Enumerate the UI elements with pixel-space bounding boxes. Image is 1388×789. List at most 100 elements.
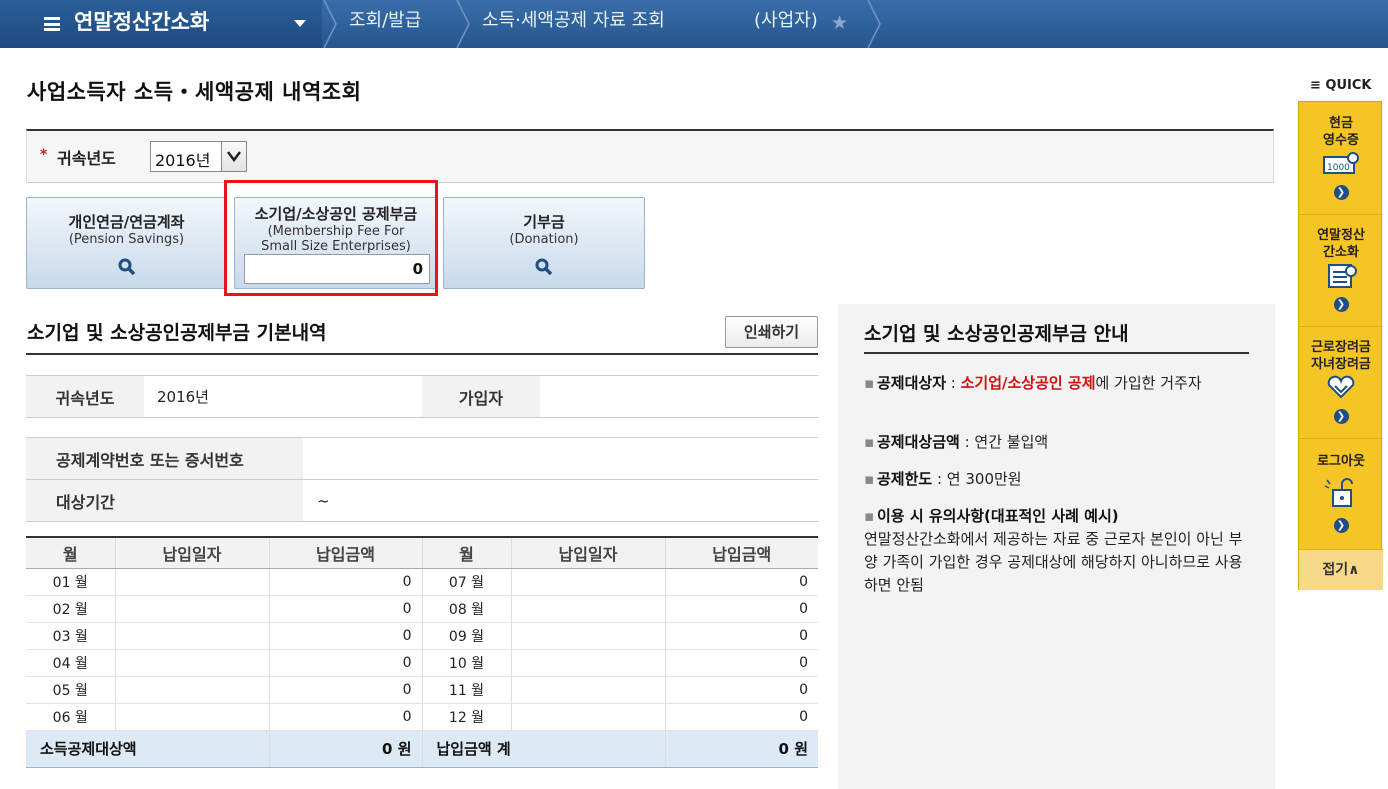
pay-amount-cell: 0 <box>665 568 818 596</box>
app-menu-toggle[interactable]: 연말정산간소화 <box>0 0 322 48</box>
quick-menu-header: ≡ QUICK <box>1310 78 1372 93</box>
pay-date-cell <box>115 595 270 623</box>
section-title: 소기업 및 소상공인공제부금 기본내역 <box>27 322 327 344</box>
pay-date-cell <box>511 595 666 623</box>
tile-pension-sub: (Pension Savings) <box>68 232 185 247</box>
guide-divider <box>864 352 1249 354</box>
section-divider <box>26 353 818 355</box>
col-pay-amount: 납입금액 <box>269 536 423 569</box>
top-navigation-bar: 연말정산간소화 조회/발급 소득·세액공제 자료 조회 (사업자) ★ <box>0 0 1388 48</box>
guide-item-sep: : <box>946 374 961 392</box>
quick-simplified-settlement[interactable]: 연말정산 간소화 ❯ <box>1299 215 1383 327</box>
col-month: 월 <box>422 536 512 569</box>
guide-item-target: ▪ 공제대상자 : 소기업/소상공인 공제에 가입한 거주자 <box>864 374 1202 392</box>
month-cell: 04 월 <box>26 649 116 677</box>
search-icon[interactable] <box>118 258 136 276</box>
pay-amount-cell: 0 <box>269 676 423 704</box>
quick-item-label: 연말정산 <box>1317 228 1365 243</box>
year-header: 귀속년도 <box>26 375 144 418</box>
pay-date-cell <box>115 676 270 704</box>
quick-incentive[interactable]: 근로장려금 자녀장려금 ❯ <box>1299 327 1383 439</box>
guide-item-text: 에 가입한 거주자 <box>1095 374 1202 392</box>
breadcrumb-business[interactable]: (사업자) <box>754 9 818 33</box>
deduction-total-label: 소득공제대상액 <box>26 729 270 768</box>
breadcrumb-lookup-issue[interactable]: 조회/발급 <box>349 9 421 33</box>
svg-text:1000: 1000 <box>1327 163 1350 173</box>
arrow-right-icon[interactable]: ❯ <box>1333 185 1349 200</box>
pay-date-cell <box>115 568 270 596</box>
month-cell: 02 월 <box>26 595 116 623</box>
chevron-down-icon <box>227 151 241 163</box>
guide-item-text: 연말정산간소화에서 제공하는 자료 중 근로자 본인이 아닌 부양 가족이 가입… <box>864 530 1243 594</box>
month-cell: 09 월 <box>422 622 512 650</box>
table-row: 02 월 0 08 월0 <box>26 595 818 623</box>
required-mark: * <box>40 147 48 163</box>
guide-panel: 소기업 및 소상공인공제부금 안내 ▪ 공제대상자 : 소기업/소상공인 공제에 … <box>838 304 1275 789</box>
contract-value <box>303 437 818 480</box>
month-cell: 01 월 <box>26 568 116 596</box>
print-button[interactable]: 인쇄하기 <box>725 316 818 348</box>
chevron-down-icon[interactable] <box>294 20 306 27</box>
table-row: 04 월 0 10 월0 <box>26 649 818 677</box>
tile-donation[interactable]: 기부금 (Donation) <box>443 197 645 289</box>
breadcrumb-deduction-lookup[interactable]: 소득·세액공제 자료 조회 <box>482 9 665 33</box>
guide-item-caution: ▪ 이용 시 유의사항(대표적인 사례 예시) 연말정산간소화에서 제공하는 자료… <box>864 507 1243 594</box>
pay-date-cell <box>511 703 666 731</box>
guide-item-amount: ▪ 공제대상금액 : 연간 불입액 <box>864 433 1049 451</box>
arrow-right-icon[interactable]: ❯ <box>1333 297 1349 312</box>
contract-header: 공제계약번호 또는 증서번호 <box>26 437 303 480</box>
month-cell: 05 월 <box>26 676 116 704</box>
tile-donation-name: 기부금 <box>523 213 565 231</box>
star-icon[interactable]: ★ <box>831 12 848 34</box>
breadcrumb-separator-icon <box>323 0 337 48</box>
quick-menu: 현금 영수증 1000 ❯ 연말정산 간소화 ❯ 근로장려금 자녀장려금 ❯ 로… <box>1298 101 1383 590</box>
quick-item-label: 현금 <box>1329 116 1353 131</box>
search-icon[interactable] <box>535 258 553 276</box>
quick-item-label: 자녀장려금 <box>1311 357 1371 372</box>
hamburger-icon[interactable] <box>44 17 60 31</box>
guide-item-label: 공제대상금액 <box>877 433 960 451</box>
pay-amount-cell: 0 <box>665 649 818 677</box>
quick-fold-button[interactable]: 접기∧ <box>1299 550 1383 590</box>
pay-date-cell <box>511 676 666 704</box>
arrow-right-icon[interactable]: ❯ <box>1333 518 1349 533</box>
period-value: ~ <box>303 479 818 522</box>
month-cell: 03 월 <box>26 622 116 650</box>
quick-cash-receipt[interactable]: 현금 영수증 1000 ❯ <box>1299 102 1383 215</box>
tile-pension-savings[interactable]: 개인연금/연금계좌 (Pension Savings) <box>26 197 227 289</box>
guide-item-sep: : <box>959 433 975 451</box>
guide-item-label: 공제한도 <box>877 470 933 488</box>
quick-item-label: 근로장려금 <box>1311 340 1371 355</box>
month-cell: 11 월 <box>422 676 512 704</box>
pay-date-cell <box>511 649 666 677</box>
paid-total-label: 납입금액 계 <box>422 729 666 768</box>
monthly-payment-table: 월 납입일자 납입금액 월 납입일자 납입금액 01 월 0 07 월 0 02 월00… <box>26 536 818 768</box>
app-title[interactable]: 연말정산간소화 <box>74 8 209 36</box>
guide-item-label: 공제대상자 <box>877 374 947 392</box>
dropdown-button[interactable] <box>221 142 246 171</box>
pay-date-cell <box>115 649 270 677</box>
table-row: 03 월 0 09 월0 <box>26 622 818 650</box>
month-cell: 07 월 <box>422 568 512 596</box>
breadcrumb-separator-icon <box>456 0 470 48</box>
pay-amount-cell: 0 <box>269 568 423 596</box>
document-icon <box>1328 264 1357 288</box>
pay-amount-cell: 0 <box>665 703 818 731</box>
quick-item-label: 간소화 <box>1323 245 1359 260</box>
quick-logout[interactable]: 로그아웃 ❯ <box>1299 439 1383 550</box>
selection-highlight <box>224 180 438 296</box>
month-cell: 10 월 <box>422 649 512 677</box>
pay-amount-cell: 0 <box>665 676 818 704</box>
month-cell: 08 월 <box>422 595 512 623</box>
pay-date-cell <box>115 703 270 731</box>
table-row: 05 월 0 11 월0 <box>26 676 818 704</box>
arrow-right-icon[interactable]: ❯ <box>1333 409 1349 424</box>
col-pay-date: 납입일자 <box>511 536 666 569</box>
tile-donation-sub: (Donation) <box>509 232 579 247</box>
year-select[interactable]: 2016년 <box>150 141 247 172</box>
page-title: 사업소득자 소득・세액공제 내역조회 <box>27 80 362 104</box>
col-pay-amount: 납입금액 <box>665 536 818 569</box>
col-pay-date: 납입일자 <box>115 536 270 569</box>
info-table-year: 귀속년도 2016년 가입자 <box>26 375 818 418</box>
table-row: 06 월 0 12 월0 <box>26 703 818 731</box>
